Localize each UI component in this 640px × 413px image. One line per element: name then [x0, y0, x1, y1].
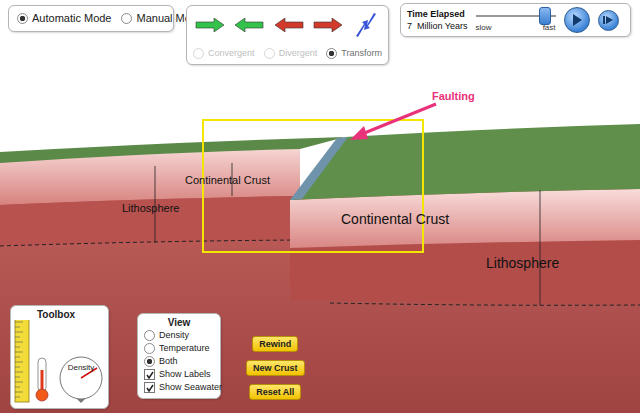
action-button[interactable]: New Crust	[246, 360, 305, 376]
view-radio[interactable]: Density	[144, 330, 214, 341]
action-button[interactable]: Rewind	[252, 336, 298, 352]
right-surface	[290, 124, 640, 200]
toolbox-panel: Toolbox Density	[10, 305, 109, 409]
left-dashed-line	[0, 240, 300, 246]
motion-panel: Convergent Divergent Transform	[186, 5, 389, 65]
transform-arrows-icon[interactable]	[352, 10, 380, 40]
svg-text:Density: Density	[68, 363, 95, 372]
fault-face	[290, 137, 348, 200]
view-panel: View Density Temperature Both Show Labels Sho…	[137, 313, 221, 399]
speed-slider[interactable]: slowfast	[476, 9, 556, 32]
play-icon	[572, 14, 582, 26]
red-left-arrow-icon[interactable]	[274, 18, 304, 32]
thermometer-icon[interactable]	[36, 358, 48, 401]
left-lithosphere	[0, 196, 300, 246]
speed-thumb[interactable]	[539, 7, 551, 25]
view-checkbox[interactable]: Show Labels	[144, 369, 214, 380]
view-checkbox[interactable]: Show Seawater	[144, 382, 214, 393]
left-lithosphere-label: Lithosphere	[122, 202, 180, 214]
right-lithosphere-gauge	[540, 241, 541, 305]
action-buttons: Rewind New Crust Reset All	[246, 336, 305, 400]
annotation-arrow-icon	[350, 104, 436, 140]
plate-tectonics-app: Continental Crust Lithosphere Continental …	[0, 0, 640, 413]
mode-radio[interactable]: Automatic Mode	[17, 12, 111, 25]
highlight-box	[203, 120, 423, 252]
view-radio[interactable]: Both	[144, 356, 214, 367]
step-icon	[603, 15, 613, 25]
view-radio[interactable]: Temperature	[144, 343, 214, 354]
action-button[interactable]: Reset All	[249, 384, 301, 400]
right-crust-face	[290, 189, 640, 248]
right-lithosphere	[290, 238, 640, 305]
step-button[interactable]	[598, 10, 619, 31]
right-lithosphere-label: Lithosphere	[486, 255, 559, 271]
faulting-annotation: Faulting	[432, 90, 475, 102]
toolbox-title: Toolbox	[11, 306, 108, 320]
left-surface	[0, 137, 345, 163]
density-gauge-icon[interactable]: Density	[60, 357, 102, 403]
time-panel: Time Elapsed 7Million Years slowfast	[400, 3, 631, 37]
view-title: View	[144, 317, 214, 328]
left-crust-label: Continental Crust	[185, 174, 270, 186]
right-crust-gauge	[540, 190, 541, 241]
right-crust-label: Continental Crust	[341, 211, 449, 227]
mode-panel: Automatic ModeManual Mode	[8, 5, 174, 32]
right-dashed-line	[330, 303, 640, 305]
green-left-arrow-icon[interactable]	[234, 18, 264, 32]
boundary-radio[interactable]: Divergent	[264, 48, 318, 59]
time-title: Time Elapsed	[407, 9, 468, 19]
check-icon	[146, 371, 154, 379]
mantle	[0, 180, 640, 413]
time-value: 7Million Years	[407, 21, 468, 31]
play-button[interactable]	[564, 7, 590, 33]
red-right-arrow-icon[interactable]	[313, 18, 343, 32]
toolbox-tools: Density	[11, 320, 108, 404]
green-right-arrow-icon[interactable]	[195, 18, 225, 32]
boundary-radio[interactable]: Transform	[326, 48, 382, 59]
boundary-radio[interactable]: Convergent	[193, 48, 255, 59]
check-icon	[146, 384, 154, 392]
ruler-icon[interactable]	[15, 320, 29, 402]
